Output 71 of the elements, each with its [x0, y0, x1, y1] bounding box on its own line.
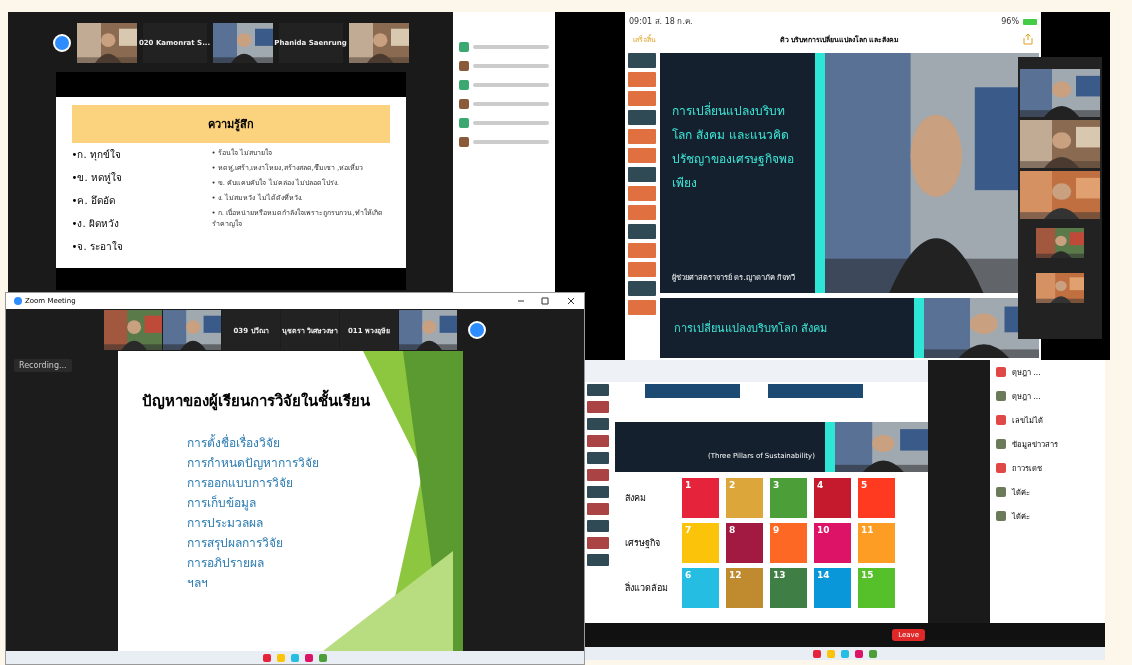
- slide-title: ความรู้สึก: [71, 105, 390, 143]
- avatar-icon[interactable]: [52, 34, 71, 52]
- goal-tile: 8: [726, 523, 763, 563]
- slide-item: การเก็บข้อมูล: [187, 494, 257, 512]
- slide-thumbnail[interactable]: [628, 186, 656, 201]
- slide-thumbnail[interactable]: [587, 401, 609, 413]
- goal-tile: 15: [858, 568, 895, 608]
- slide-thumbnail[interactable]: [628, 262, 656, 277]
- slide-thumbnail[interactable]: [587, 537, 609, 549]
- next-icon[interactable]: [468, 321, 486, 339]
- slide-item: •ข. หดหู่ใจ: [71, 171, 123, 185]
- row-label: สิ่งแวดล้อม: [625, 581, 669, 595]
- app-icon: [14, 297, 22, 305]
- slide-item: •ก. ทุกข์ใจ: [71, 148, 122, 162]
- slide-item: ฯลฯ: [187, 575, 209, 592]
- battery-icon: [1023, 18, 1037, 25]
- goal-tile: 13: [770, 568, 807, 608]
- slide-title: การเปลี่ยนแปลงบริบทโลก สังคม: [674, 319, 828, 337]
- slide-thumbnail[interactable]: [628, 148, 656, 163]
- slide-thumbnail[interactable]: [587, 418, 609, 430]
- slide-item: •ง. ผิดหวัง: [71, 217, 120, 231]
- goal-tile: 3: [770, 478, 807, 518]
- row-label: เศรษฐกิจ: [625, 537, 661, 550]
- slide-item: •ค. อึดอัด: [71, 194, 116, 208]
- recording-indicator: Recording...: [14, 359, 72, 372]
- slide-thumbnail[interactable]: [628, 110, 656, 125]
- goal-tile: 2: [726, 478, 763, 518]
- slide-thumbnail[interactable]: [628, 167, 656, 182]
- goal-tile: 7: [682, 523, 719, 563]
- goal-tile: 14: [814, 568, 851, 608]
- status-time: 09:01 ส. 18 ก.ค.: [629, 16, 693, 28]
- goal-tile: 9: [770, 523, 807, 563]
- slide-thumbnail[interactable]: [628, 129, 656, 144]
- slide-thumbnail[interactable]: [587, 554, 609, 566]
- slide-item: การสรุปผลการวิจัย: [187, 535, 284, 552]
- slide-thumbnail[interactable]: [628, 205, 656, 220]
- slide-item: การออกแบบการวิจัย: [187, 475, 294, 492]
- goal-tile: 10: [814, 523, 851, 563]
- slide-thumbnail[interactable]: [587, 469, 609, 481]
- goal-tile: 12: [726, 568, 763, 608]
- slide-thumbnail[interactable]: [628, 281, 656, 296]
- slide-item: การประมวลผล: [187, 515, 264, 532]
- row-label: สังคม: [625, 492, 647, 505]
- slide-title: ปัญหาของผู้เรียนการวิจัยในชั้นเรียน: [142, 389, 463, 413]
- slide-thumbnail[interactable]: [628, 300, 656, 315]
- slide-thumbnail[interactable]: [628, 72, 656, 87]
- accent-bar: [825, 422, 835, 472]
- battery-text: 96%: [1001, 17, 1019, 26]
- slide-thumbnail[interactable]: [628, 53, 656, 68]
- slide-item: การอภิปรายผล: [187, 555, 265, 572]
- slide-item: •จ. ระอาใจ: [71, 240, 124, 254]
- goal-tile: 4: [814, 478, 851, 518]
- goal-tile: 6: [682, 568, 719, 608]
- slide-item: การกำหนดปัญหาการวิจัย: [187, 455, 320, 472]
- slide-thumbnail[interactable]: [587, 384, 609, 396]
- slide-thumbnail[interactable]: [587, 503, 609, 515]
- slide-thumbnail[interactable]: [587, 520, 609, 532]
- slide-thumbnail[interactable]: [587, 435, 609, 447]
- slide-thumbnail[interactable]: [587, 486, 609, 498]
- accent-bar: [914, 298, 924, 358]
- goal-tile: 1: [682, 478, 719, 518]
- window-controls-icon[interactable]: [516, 297, 576, 305]
- slide-thumbnail[interactable]: [587, 452, 609, 464]
- goal-tile: 11: [858, 523, 895, 563]
- share-icon[interactable]: [1023, 33, 1033, 45]
- slide-thumbnail[interactable]: [628, 243, 656, 258]
- slide-title: การเปลี่ยนแปลงบริบทโลก สังคม และแนวคิดปรัชญาของเศรษฐกิจพอเพียง: [672, 101, 795, 192]
- goal-tile: 5: [858, 478, 895, 518]
- slide-thumbnail[interactable]: [628, 91, 656, 106]
- slide-thumbnail[interactable]: [628, 224, 656, 239]
- slide-item: การตั้งชื่อเรื่องวิจัย: [187, 433, 281, 452]
